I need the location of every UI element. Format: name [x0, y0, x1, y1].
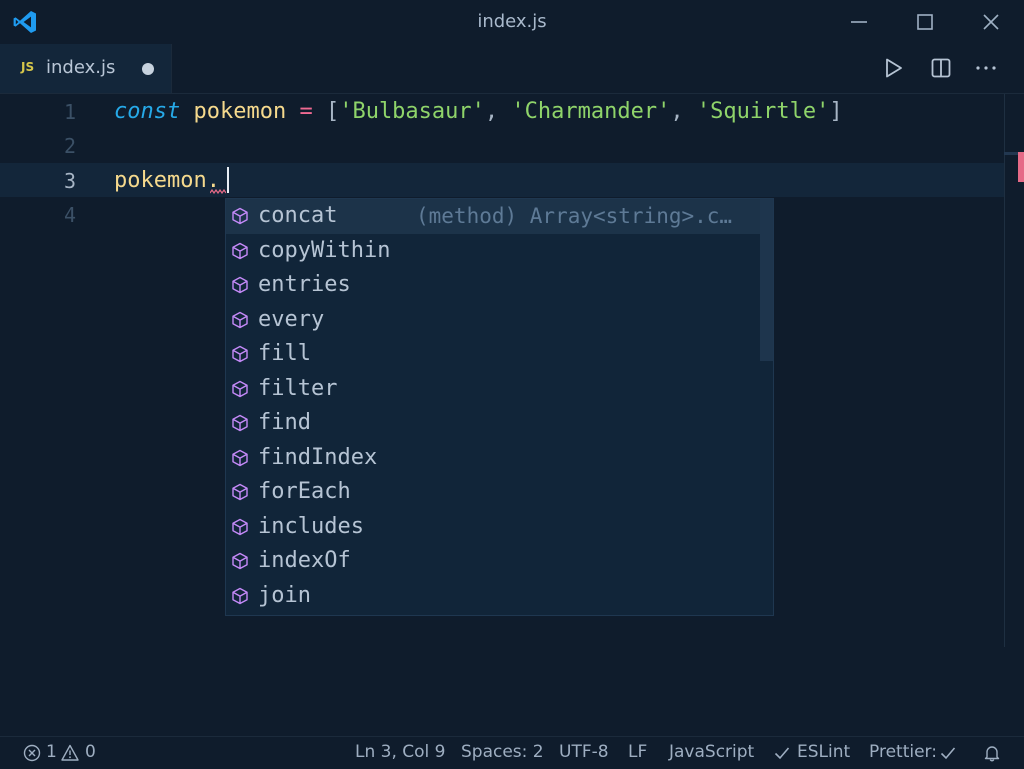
suggest-item-fill[interactable]: fill	[226, 337, 760, 372]
scrollbar-error-marker	[1018, 152, 1024, 182]
suggest-item-label: forEach	[258, 479, 351, 504]
suggest-item-join[interactable]: join	[226, 579, 760, 614]
suggest-scrollbar[interactable]	[760, 199, 773, 361]
maximize-icon[interactable]	[913, 10, 937, 34]
cursor-position[interactable]: Ln 3, Col 9	[355, 742, 446, 762]
line-number: 2	[63, 134, 76, 158]
suggest-item-label: findIndex	[258, 444, 378, 470]
method-icon	[232, 207, 248, 225]
code-line-1[interactable]: const pokemon = ['Bulbasaur', 'Charmande…	[114, 95, 843, 129]
comma-token: ,	[484, 99, 499, 124]
suggest-item-entries[interactable]: entries	[226, 268, 760, 303]
eslint-status[interactable]: ESLint	[797, 742, 850, 762]
check-icon	[774, 747, 790, 760]
warning-icon[interactable]	[61, 744, 79, 762]
unsaved-dot-icon[interactable]	[142, 63, 154, 75]
string-token: 'Bulbasaur'	[339, 99, 485, 124]
method-icon	[232, 414, 248, 432]
bracket-token: [	[325, 99, 340, 124]
bell-icon[interactable]	[983, 744, 1001, 762]
suggest-item-label: join	[258, 582, 311, 608]
string-token: 'Squirtle'	[696, 99, 830, 124]
title-bar: index.js	[0, 0, 1024, 44]
suggest-item-label: find	[258, 410, 311, 435]
suggest-item-every[interactable]: every	[226, 303, 760, 338]
suggest-item-concat[interactable]: concat (method) Array<string>.c…	[226, 199, 760, 234]
suggest-item-find[interactable]: find	[226, 406, 760, 441]
string-token: 'Charmander'	[511, 99, 671, 124]
suggest-item-label: concat	[258, 203, 338, 228]
minimize-icon[interactable]	[847, 10, 871, 34]
run-icon[interactable]	[881, 56, 905, 80]
suggest-item-findindex[interactable]: findIndex	[226, 441, 760, 476]
error-count[interactable]: 1	[46, 742, 57, 762]
method-icon	[232, 276, 248, 294]
warning-count[interactable]: 0	[85, 742, 96, 762]
suggest-item-label: every	[258, 306, 325, 332]
close-icon[interactable]	[979, 10, 1003, 34]
comma-token: ,	[670, 99, 684, 124]
tab-bar: JS index.js	[0, 44, 1024, 94]
javascript-file-icon: JS	[21, 60, 35, 74]
method-icon	[232, 311, 248, 328]
tab-label: index.js	[46, 57, 116, 78]
method-icon	[232, 552, 248, 570]
language-mode[interactable]: JavaScript	[669, 742, 754, 762]
code-line-3[interactable]: pokemon.	[114, 164, 220, 198]
keyword-token: const	[114, 99, 181, 124]
method-icon	[232, 449, 248, 466]
method-icon	[232, 345, 248, 363]
text-cursor	[227, 167, 229, 193]
method-icon	[232, 380, 248, 397]
suggest-item-includes[interactable]: includes	[226, 510, 760, 545]
suggest-item-filter[interactable]: filter	[226, 372, 760, 407]
split-editor-icon[interactable]	[929, 56, 953, 80]
line-number-active: 3	[63, 169, 76, 193]
method-icon	[232, 587, 248, 604]
suggest-item-label: filter	[258, 375, 338, 401]
identifier-token: pokemon	[193, 99, 287, 124]
bracket-token: ]	[829, 99, 843, 124]
line-number: 1	[63, 100, 76, 124]
suggest-item-label: includes	[258, 513, 364, 539]
more-actions-icon[interactable]	[974, 56, 998, 80]
suggest-item-label: entries	[258, 272, 351, 297]
indentation-setting[interactable]: Spaces: 2	[461, 742, 544, 762]
error-squiggle	[210, 189, 226, 194]
prettier-status[interactable]: Prettier:	[869, 742, 937, 762]
line-number: 4	[63, 203, 76, 227]
method-icon	[232, 518, 248, 535]
method-icon	[232, 242, 248, 259]
tab-index-js[interactable]: JS index.js	[0, 44, 172, 93]
status-bar: 1 0 Ln 3, Col 9 Spaces: 2 UTF-8 LF JavaS…	[0, 736, 1024, 769]
suggest-widget[interactable]: concat (method) Array<string>.c… copyWithi…	[225, 198, 774, 616]
suggest-item-foreach[interactable]: forEach	[226, 475, 760, 510]
check-icon	[940, 747, 956, 760]
suggest-item-label: copyWithin	[258, 237, 391, 263]
suggest-item-indexof[interactable]: indexOf	[226, 544, 760, 579]
error-icon[interactable]	[23, 744, 41, 762]
operator-token: =	[299, 99, 313, 124]
eol-setting[interactable]: LF	[628, 742, 647, 762]
suggest-item-detail: (method) Array<string>.c…	[416, 204, 733, 228]
suggest-item-label: fill	[258, 341, 311, 366]
encoding-setting[interactable]: UTF-8	[559, 742, 609, 762]
suggest-item-copywithin[interactable]: copyWithin	[226, 234, 760, 269]
suggest-item-label: indexOf	[258, 548, 351, 573]
method-icon	[232, 483, 248, 501]
